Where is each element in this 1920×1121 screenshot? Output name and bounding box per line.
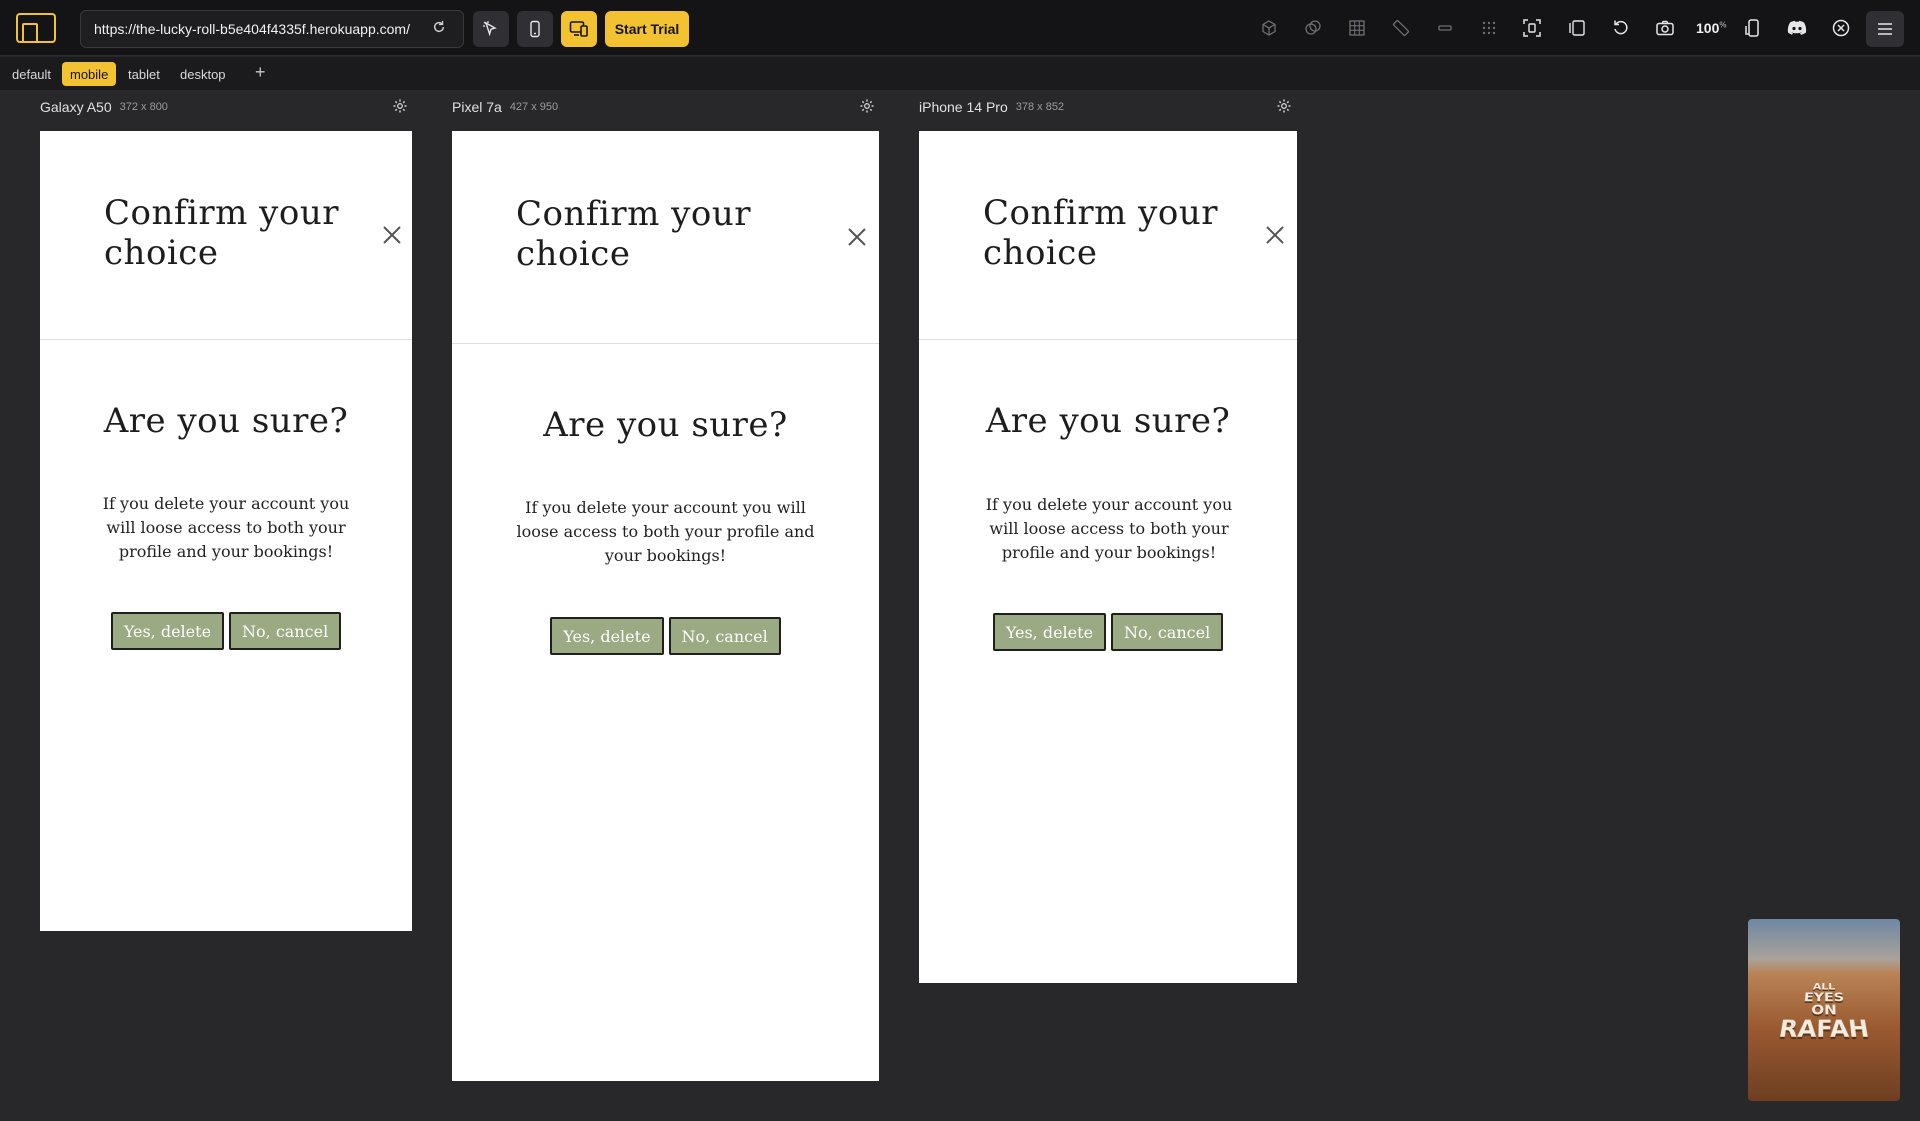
modal-title: Confirm your choice — [104, 193, 339, 273]
device-group-tabs: default mobile tablet desktop — [0, 57, 1920, 90]
yes-delete-button[interactable]: Yes, delete — [992, 613, 1107, 651]
confirm-heading: Are you sure? — [543, 405, 788, 445]
all-eyes-on-rafah-image: ALL EYES ON RAFAH — [1748, 919, 1900, 1101]
confirm-message: If you delete your account you will loos… — [102, 494, 350, 561]
device-dimensions: 372 x 800 — [119, 101, 168, 113]
device-screen-pixel-7a: Confirm your choice Are you sure? If you… — [452, 131, 879, 1081]
tab-desktop[interactable]: desktop — [172, 62, 234, 86]
button-row: Yes, delete No, cancel — [919, 613, 1297, 651]
close-icon[interactable] — [1264, 224, 1286, 246]
modal-header: Confirm your choice — [919, 131, 1297, 340]
button-row: Yes, delete No, cancel — [40, 612, 412, 650]
device-switch-icon[interactable] — [1741, 16, 1765, 40]
tab-default[interactable]: default — [4, 62, 59, 86]
modal-header: Confirm your choice — [40, 131, 412, 340]
device-screen-galaxy-a50: Confirm your choice Are you sure? If you… — [40, 131, 412, 931]
start-trial-button[interactable]: Start Trial — [605, 11, 689, 47]
device-name: Pixel 7a — [452, 99, 502, 115]
phone-icon — [530, 20, 540, 38]
reload-icon[interactable] — [430, 18, 448, 36]
screenshot-frame-icon[interactable] — [1520, 16, 1544, 40]
mobile-view-button[interactable] — [517, 11, 553, 47]
top-toolbar: https://the-lucky-roll-b5e404f4335f.hero… — [0, 0, 1920, 56]
tab-mobile[interactable]: mobile — [62, 62, 117, 86]
confirm-message: If you delete your account you will loos… — [985, 495, 1233, 562]
close-icon[interactable] — [381, 224, 403, 246]
zoom-value: 100 — [1696, 20, 1720, 36]
modal-title: Confirm your choice — [983, 193, 1218, 273]
app-logo-icon[interactable] — [16, 13, 56, 43]
device-header-galaxy-a50: Galaxy A50 372 x 800 — [40, 98, 168, 116]
cursor-icon — [483, 21, 497, 37]
yes-delete-button[interactable]: Yes, delete — [550, 617, 664, 655]
gear-icon[interactable] — [1276, 98, 1292, 114]
device-header-pixel-7a: Pixel 7a 427 x 950 — [452, 98, 558, 116]
confirm-heading: Are you sure? — [985, 401, 1231, 441]
confirm-heading: Are you sure? — [103, 401, 349, 441]
devices-icon — [569, 21, 588, 37]
rotate-icon[interactable] — [1609, 16, 1633, 40]
device-name: Galaxy A50 — [40, 99, 112, 115]
cube-icon[interactable] — [1257, 16, 1281, 40]
gear-icon[interactable] — [392, 98, 408, 114]
modal-title: Confirm your choice — [516, 194, 751, 274]
yes-delete-button[interactable]: Yes, delete — [110, 612, 225, 650]
zoom-unit: % — [1719, 20, 1727, 30]
thumb-line: ON — [1810, 1002, 1838, 1019]
device-dimensions: 378 x 852 — [1015, 101, 1065, 113]
ruler-icon[interactable] — [1389, 16, 1413, 40]
tab-tablet[interactable]: tablet — [120, 62, 168, 86]
no-cancel-button[interactable]: No, cancel — [668, 617, 781, 655]
device-header-iphone-14-pro: iPhone 14 Pro 378 x 852 — [919, 98, 1064, 116]
confirm-message: If you delete your account you will loos… — [516, 498, 815, 565]
close-circle-icon[interactable] — [1829, 16, 1853, 40]
grid-icon[interactable] — [1345, 16, 1369, 40]
device-dimensions: 427 x 950 — [509, 101, 559, 113]
no-cancel-button[interactable]: No, cancel — [1111, 613, 1224, 651]
discord-icon[interactable] — [1785, 16, 1809, 40]
inspect-cursor-button[interactable] — [473, 11, 509, 47]
menu-button[interactable] — [1866, 11, 1904, 47]
sidebar-toggle-icon[interactable] — [1565, 16, 1589, 40]
url-input[interactable]: https://the-lucky-roll-b5e404f4335f.hero… — [80, 10, 464, 48]
hamburger-icon — [1878, 23, 1892, 35]
zoom-level[interactable]: 100% — [1696, 20, 1726, 36]
minimize-bar-icon[interactable] — [1433, 16, 1457, 40]
camera-icon[interactable] — [1653, 16, 1677, 40]
gear-icon[interactable] — [859, 98, 875, 114]
responsive-view-button[interactable] — [561, 11, 597, 47]
device-name: iPhone 14 Pro — [919, 99, 1008, 115]
thumb-line: RAFAH — [1776, 1017, 1872, 1044]
url-text: https://the-lucky-roll-b5e404f4335f.hero… — [94, 21, 410, 37]
thumbnail-text: ALL EYES ON RAFAH — [1748, 982, 1900, 1044]
button-row: Yes, delete No, cancel — [452, 617, 879, 655]
modal-header: Confirm your choice — [452, 131, 879, 344]
overlap-icon[interactable] — [1301, 16, 1325, 40]
close-icon[interactable] — [846, 226, 868, 248]
no-cancel-button[interactable]: No, cancel — [229, 612, 342, 650]
dots-grid-icon[interactable] — [1477, 16, 1501, 40]
device-screen-iphone-14-pro: Confirm your choice Are you sure? If you… — [919, 131, 1297, 983]
add-tab-button[interactable]: + — [255, 62, 266, 83]
